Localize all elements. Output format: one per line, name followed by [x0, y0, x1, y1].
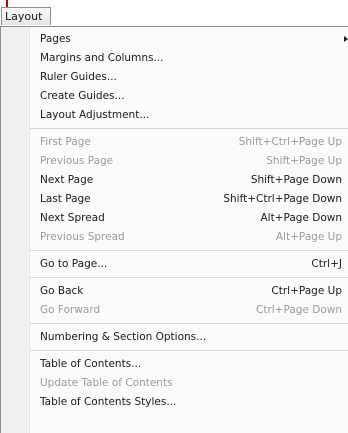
- menu-item-shortcut: Alt+Page Down: [260, 212, 342, 224]
- menu-item-previous-spread: Previous Spread Alt+Page Up: [1, 228, 348, 247]
- menu-item-label: Table of Contents Styles...: [40, 396, 177, 408]
- menu-item-pages[interactable]: Pages: [1, 30, 348, 49]
- menu-item-margins-and-columns[interactable]: Margins and Columns...: [1, 49, 348, 68]
- menu-item-last-page[interactable]: Last Page Shift+Ctrl+Page Down: [1, 190, 348, 209]
- menu-item-label: Go Forward: [40, 304, 101, 316]
- menu-separator: [30, 128, 348, 129]
- menu-item-shortcut: Alt+Page Up: [275, 231, 342, 243]
- menu-item-label: Margins and Columns...: [40, 52, 164, 64]
- menu-item-label: Numbering & Section Options...: [40, 331, 207, 343]
- menu-item-go-back[interactable]: Go Back Ctrl+Page Up: [1, 282, 348, 301]
- menu-item-label: Next Page: [40, 174, 94, 186]
- menu-separator: [30, 250, 348, 251]
- menu-item-table-of-contents[interactable]: Table of Contents...: [1, 355, 348, 374]
- menu-item-next-page[interactable]: Next Page Shift+Page Down: [1, 171, 348, 190]
- menu-item-label: Go Back: [40, 285, 84, 297]
- screen: Layout Pages Margins and Columns... Ruler …: [0, 0, 348, 433]
- menu-item-label: Next Spread: [40, 212, 105, 224]
- menu-item-shortcut: Shift+Page Down: [250, 174, 342, 186]
- menu-item-label: Go to Page...: [40, 258, 108, 270]
- menu-separator: [30, 350, 348, 351]
- menu-item-label: Table of Contents...: [40, 358, 142, 370]
- menu-item-label: Last Page: [40, 193, 91, 205]
- menu-item-label: Ruler Guides...: [40, 71, 117, 83]
- menu-item-update-table-of-contents: Update Table of Contents: [1, 374, 348, 393]
- menu-item-numbering-and-section-options[interactable]: Numbering & Section Options...: [1, 328, 348, 347]
- menu-item-label: Update Table of Contents: [40, 377, 173, 389]
- menu-item-label: Layout Adjustment...: [40, 109, 150, 121]
- menu-item-table-of-contents-styles[interactable]: Table of Contents Styles...: [1, 393, 348, 412]
- submenu-arrow-icon: [344, 36, 348, 42]
- layout-menu-dropdown: Pages Margins and Columns... Ruler Guides.…: [0, 26, 348, 433]
- menubar: Layout: [0, 7, 348, 27]
- menu-item-shortcut: Shift+Ctrl+Page Down: [223, 193, 342, 205]
- menu-item-shortcut: Shift+Ctrl+Page Up: [238, 136, 342, 148]
- menu-item-layout-adjustment[interactable]: Layout Adjustment...: [1, 106, 348, 125]
- menu-item-next-spread[interactable]: Next Spread Alt+Page Down: [1, 209, 348, 228]
- menu-item-label: First Page: [40, 136, 91, 148]
- menu-item-create-guides[interactable]: Create Guides...: [1, 87, 348, 106]
- menu-item-label: Pages: [40, 33, 71, 45]
- menu-item-first-page: First Page Shift+Ctrl+Page Up: [1, 133, 348, 152]
- menu-layout[interactable]: Layout: [1, 7, 51, 25]
- menu-item-shortcut: Ctrl+Page Up: [271, 285, 342, 297]
- menu-item-label: Previous Page: [40, 155, 114, 167]
- menu-separator: [30, 323, 348, 324]
- menu-item-label: Previous Spread: [40, 231, 125, 243]
- menu-separator: [30, 277, 348, 278]
- menu-item-label: Create Guides...: [40, 90, 125, 102]
- menu-item-go-to-page[interactable]: Go to Page... Ctrl+J: [1, 255, 348, 274]
- menu-item-ruler-guides[interactable]: Ruler Guides...: [1, 68, 348, 87]
- menu-item-shortcut: Ctrl+Page Down: [256, 304, 342, 316]
- menu-item-go-forward: Go Forward Ctrl+Page Down: [1, 301, 348, 320]
- menu-item-shortcut: Shift+Page Up: [266, 155, 342, 167]
- menu-item-shortcut: Ctrl+J: [311, 258, 342, 270]
- menu-item-previous-page: Previous Page Shift+Page Up: [1, 152, 348, 171]
